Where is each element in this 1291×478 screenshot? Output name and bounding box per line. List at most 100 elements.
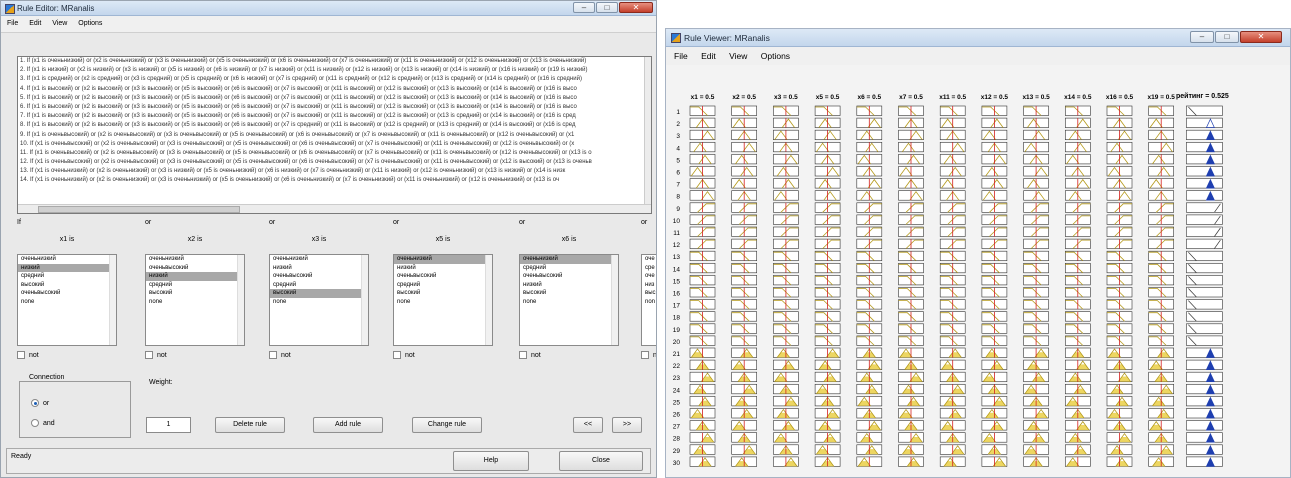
close-window-button[interactable]: ✕ — [619, 2, 653, 13]
rule-line[interactable]: 1. If (x1 is оченьнизкий) or (x2 is очен… — [18, 57, 651, 66]
membership-option[interactable]: оченьнизкий — [18, 255, 116, 264]
rule-line[interactable]: 13. If (x1 is оченьнизкий) or (x2 is оче… — [18, 167, 651, 176]
list-scrollbar[interactable] — [109, 255, 116, 345]
minimize-button[interactable]: – — [573, 2, 595, 13]
membership-option[interactable]: средний — [520, 264, 618, 273]
membership-option[interactable]: средний — [18, 272, 116, 281]
membership-option[interactable]: низкий — [520, 281, 618, 290]
membership-option[interactable]: none — [270, 298, 368, 307]
change-rule-button[interactable]: Change rule — [412, 417, 482, 433]
not-checkbox[interactable]: not — [519, 351, 541, 359]
membership-option[interactable]: non — [642, 298, 656, 307]
list-scrollbar[interactable] — [237, 255, 244, 345]
membership-option[interactable]: высокий — [146, 289, 244, 298]
membership-option[interactable]: низ — [642, 281, 656, 290]
rule-line[interactable]: 10. If (x1 is оченьвысокий) or (x2 is оч… — [18, 140, 651, 149]
membership-option[interactable]: средний — [146, 281, 244, 290]
membership-option[interactable]: оче — [642, 255, 656, 264]
membership-list[interactable]: оченьнизкий средний оченьвысокий низкий высо… — [519, 254, 619, 346]
membership-option[interactable]: оченьвысокий — [146, 264, 244, 273]
checkbox-box[interactable] — [145, 351, 153, 359]
output-mf-cell — [1186, 238, 1223, 249]
rule-line[interactable]: 9. If (x1 is оченьвысокий) or (x2 is оче… — [18, 131, 651, 140]
membership-option[interactable]: высокий — [394, 289, 492, 298]
membership-option[interactable]: средний — [270, 281, 368, 290]
membership-list[interactable]: оченьнизкий низкий средний высокий оченьвысо… — [17, 254, 117, 346]
membership-option[interactable]: оченьвысокий — [270, 272, 368, 281]
rule-line[interactable]: 7. If (x1 is высокий) or (x2 is высокий)… — [18, 112, 651, 121]
membership-option[interactable]: высокий — [270, 289, 368, 298]
editor-titlebar[interactable]: Rule Editor: MRanalis – □ ✕ — [1, 1, 656, 16]
membership-option[interactable]: высокий — [18, 281, 116, 290]
checkbox-box[interactable] — [519, 351, 527, 359]
rule-line[interactable]: 4. If (x1 is высокий) or (x2 is высокий)… — [18, 85, 651, 94]
membership-option[interactable]: оченьвысокий — [520, 272, 618, 281]
rule-line[interactable]: 11. If (x1 is оченьвысокий) or (x2 is оч… — [18, 149, 651, 158]
checkbox-box[interactable] — [269, 351, 277, 359]
rule-line[interactable]: 3. If (x1 is средний) or (x2 is средний)… — [18, 75, 651, 84]
rules-scroll-thumb[interactable] — [38, 206, 240, 213]
rules-horizontal-scrollbar[interactable] — [18, 204, 651, 213]
list-scrollbar[interactable] — [611, 255, 618, 345]
membership-option[interactable]: none — [520, 298, 618, 307]
list-scrollbar[interactable] — [485, 255, 492, 345]
membership-option[interactable]: высокий — [520, 289, 618, 298]
membership-list[interactable]: оченьнизкий низкий оченьвысокий средний высо… — [393, 254, 493, 346]
menu-edit[interactable]: Edit — [29, 16, 41, 32]
rule-line[interactable]: 8. If (x1 is высокий) or (x2 is высокий)… — [18, 121, 651, 130]
checkbox-box[interactable] — [393, 351, 401, 359]
membership-option[interactable]: низкий — [146, 272, 244, 281]
membership-option[interactable]: оченьвысокий — [18, 289, 116, 298]
not-checkbox[interactable]: not — [269, 351, 291, 359]
not-checkbox[interactable]: not — [17, 351, 39, 359]
connection-and-radio[interactable]: and — [31, 419, 55, 427]
radio-or-dot[interactable] — [31, 399, 39, 407]
menu-options[interactable]: Options — [78, 16, 102, 32]
add-rule-button[interactable]: Add rule — [313, 417, 383, 433]
membership-option[interactable]: средний — [394, 281, 492, 290]
membership-option[interactable]: оченьвысокий — [394, 272, 492, 281]
list-scrollbar[interactable] — [361, 255, 368, 345]
membership-option[interactable]: низкий — [18, 263, 116, 273]
membership-option[interactable]: оченьнизкий — [146, 255, 244, 264]
not-checkbox[interactable]: not — [393, 351, 415, 359]
membership-list[interactable]: оче сре оче низ выс non — [641, 254, 656, 346]
menu-view[interactable]: View — [52, 16, 67, 32]
membership-option[interactable]: none — [18, 298, 116, 307]
membership-option[interactable]: none — [146, 298, 244, 307]
membership-option[interactable]: низкий — [394, 264, 492, 273]
weight-input[interactable]: 1 — [146, 417, 191, 433]
checkbox-box[interactable] — [641, 351, 649, 359]
rule-line[interactable]: 2. If (x1 is низкий) or (x2 is низкий) o… — [18, 66, 651, 75]
close-button[interactable]: Close — [559, 451, 643, 471]
membership-list[interactable]: оченьнизкий низкий оченьвысокий средний высо… — [269, 254, 369, 346]
status-bar: Ready — [6, 448, 651, 474]
connection-or-radio[interactable]: or — [31, 399, 49, 407]
rules-list[interactable]: 1. If (x1 is оченьнизкий) or (x2 is очен… — [17, 56, 652, 214]
next-button[interactable]: >> — [612, 417, 642, 433]
membership-option[interactable]: выс — [642, 289, 656, 298]
menu-file[interactable]: File — [7, 16, 18, 32]
checkbox-box[interactable] — [17, 351, 25, 359]
rule-plots[interactable]: x1 = 0.5 x2 = 0.5 x3 = 0.5 x5 = 0.5 x6 = 0.5… — [666, 29, 1291, 478]
rule-line[interactable]: 6. If (x1 is высокий) or (x2 is высокий)… — [18, 103, 651, 112]
rule-line[interactable]: 12. If (x1 is оченьвысокий) or (x2 is оч… — [18, 158, 651, 167]
help-button[interactable]: Help — [453, 451, 529, 471]
membership-option[interactable]: низкий — [270, 264, 368, 273]
membership-option[interactable]: оче — [642, 272, 656, 281]
radio-and-dot[interactable] — [31, 419, 39, 427]
membership-list[interactable]: оченьнизкий оченьвысокий низкий средний высо… — [145, 254, 245, 346]
rules-vertical-scrollbar[interactable] — [644, 57, 651, 205]
membership-option[interactable]: оченьнизкий — [394, 255, 492, 264]
previous-button[interactable]: << — [573, 417, 603, 433]
maximize-button[interactable]: □ — [596, 2, 618, 13]
membership-option[interactable]: сре — [642, 264, 656, 273]
rule-line[interactable]: 5. If (x1 is высокий) or (x2 is высокий)… — [18, 94, 651, 103]
membership-option[interactable]: none — [394, 298, 492, 307]
rule-line[interactable]: 14. If (x1 is оченьнизкий) or (x2 is оче… — [18, 176, 651, 185]
membership-option[interactable]: оченьнизкий — [520, 255, 618, 264]
membership-option[interactable]: оченьнизкий — [270, 255, 368, 264]
delete-rule-button[interactable]: Delete rule — [215, 417, 285, 433]
not-checkbox[interactable]: not — [145, 351, 167, 359]
not-checkbox[interactable]: n — [641, 351, 656, 359]
